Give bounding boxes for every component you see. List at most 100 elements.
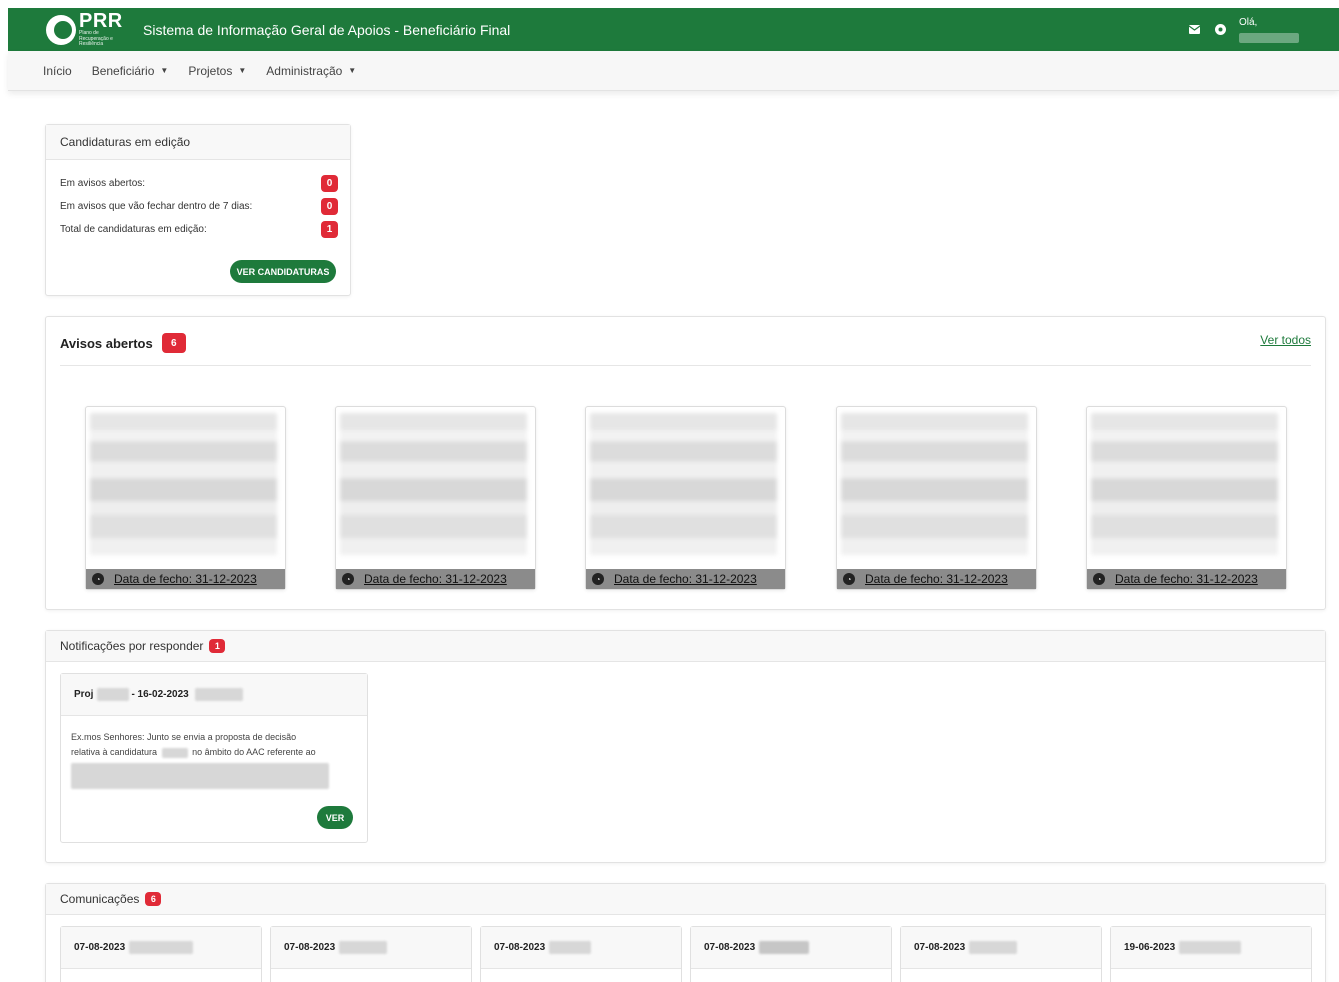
candidaturas-row: Total de candidaturas em edição: 1 [60, 221, 338, 238]
prr-logo[interactable]: PRR Plano de Recuperação e Resiliência [46, 11, 129, 48]
ver-todos-link[interactable]: Ver todos [1260, 333, 1311, 347]
comunicacao-date: 19-06-2023 [1124, 942, 1176, 953]
aviso-date: Data de fecho: 31-12-2023 [114, 572, 257, 586]
candidaturas-header: Candidaturas em edição [46, 125, 350, 160]
redacted-candidatura [161, 747, 188, 758]
comunicacao-date: 07-08-2023 [914, 942, 966, 953]
prr-logo-icon [46, 14, 76, 45]
aviso-date: Data de fecho: 31-12-2023 [865, 572, 1008, 586]
candidaturas-row: Em avisos abertos: 0 [60, 175, 338, 192]
divider [60, 365, 1311, 366]
redacted-content [90, 413, 277, 555]
comunicacao-header: 19-06-2023 [1111, 927, 1311, 969]
comunicacao-date: 07-08-2023 [284, 942, 336, 953]
comunicacoes-header: Comunicações 6 [46, 884, 1325, 915]
comunicacao-header: 07-08-2023 [481, 927, 681, 969]
redacted-content [340, 413, 527, 555]
candidaturas-title: Candidaturas em edição [60, 135, 191, 149]
redacted-text [759, 941, 810, 954]
aviso-card[interactable]: ◔ Data de fecho: 31-12-2023 [836, 406, 1037, 590]
caret-down-icon: ▼ [160, 66, 169, 75]
redacted-text [71, 763, 329, 789]
comunicacao-date: 07-08-2023 [494, 942, 546, 953]
comunicacao-header: 07-08-2023 [901, 927, 1101, 969]
count-badge: 0 [321, 175, 338, 192]
comunicacao-item[interactable]: 07-08-2023 [480, 926, 682, 982]
clock-icon: ◔ [1093, 573, 1105, 585]
notificacoes-title: Notificações por responder [60, 639, 204, 653]
redacted-username [1239, 33, 1299, 43]
redacted-text [549, 941, 592, 954]
app-header: PRR Plano de Recuperação e Resiliência S… [8, 8, 1339, 51]
comunicacoes-count-badge: 6 [145, 892, 162, 906]
row-label: Em avisos que vão fechar dentro de 7 dia… [60, 201, 253, 212]
ver-candidaturas-button[interactable]: VER CANDIDATURAS [230, 260, 336, 283]
aviso-footer: ◔ Data de fecho: 31-12-2023 [336, 569, 535, 589]
comunicacao-item[interactable]: 07-08-2023 [270, 926, 472, 982]
aviso-date: Data de fecho: 31-12-2023 [1115, 572, 1258, 586]
aviso-footer: ◔ Data de fecho: 31-12-2023 [86, 569, 285, 589]
redacted-content [1091, 413, 1278, 555]
nav-inicio[interactable]: Início [43, 64, 72, 78]
redacted-text [969, 941, 1018, 954]
notification-date: - 16-02-2023 [131, 689, 189, 700]
nav-inicio-label: Início [43, 63, 72, 78]
avisos-title: Avisos abertos 6 [60, 333, 186, 353]
notificacoes-card: Notificações por responder 1 Proj - 16-0… [45, 630, 1326, 863]
notificacoes-count-badge: 1 [209, 639, 226, 653]
comunicacoes-card: Comunicações 6 07-08-2023 07-08-2023 07-… [45, 883, 1326, 982]
comunicacao-item[interactable]: 07-08-2023 [900, 926, 1102, 982]
notification-item-header: Proj - 16-02-2023 [61, 674, 367, 716]
envelope-icon[interactable] [1181, 8, 1207, 51]
comunicacao-date: 07-08-2023 [74, 942, 126, 953]
caret-down-icon: ▼ [348, 66, 357, 75]
clock-icon: ◔ [92, 573, 104, 585]
redacted-project-id [97, 688, 130, 701]
clock-icon: ◔ [843, 573, 855, 585]
clock-icon: ◔ [592, 573, 604, 585]
user-icon[interactable] [1207, 8, 1233, 51]
redacted-content [841, 413, 1028, 555]
comunicacao-date: 07-08-2023 [704, 942, 756, 953]
notification-line-2a: relativa à candidatura [71, 747, 158, 757]
nav-projetos[interactable]: Projetos ▼ [188, 64, 246, 78]
candidaturas-card: Candidaturas em edição Em avisos abertos… [45, 124, 351, 296]
comunicacao-item[interactable]: 07-08-2023 [60, 926, 262, 982]
comunicacao-header: 07-08-2023 [691, 927, 891, 969]
comunicacao-item[interactable]: 19-06-2023 [1110, 926, 1312, 982]
nav-beneficiario[interactable]: Beneficiário ▼ [92, 64, 169, 78]
aviso-date: Data de fecho: 31-12-2023 [364, 572, 507, 586]
notification-body: Ex.mos Senhores: Junto se envia a propos… [61, 716, 367, 789]
count-badge: 1 [321, 221, 338, 238]
nav-projetos-label: Projetos [188, 63, 233, 78]
redacted-text [339, 941, 388, 954]
count-badge: 0 [321, 198, 338, 215]
notificacoes-header: Notificações por responder 1 [46, 631, 1325, 662]
aviso-card[interactable]: ◔ Data de fecho: 31-12-2023 [1086, 406, 1287, 590]
aviso-footer: ◔ Data de fecho: 31-12-2023 [1087, 569, 1286, 589]
notification-line-2b: no âmbito do AAC referente ao [192, 747, 316, 757]
greeting-text: Olá, [1239, 17, 1258, 28]
notification-item: Proj - 16-02-2023 Ex.mos Senhores: Junto… [60, 673, 368, 843]
aviso-footer: ◔ Data de fecho: 31-12-2023 [586, 569, 785, 589]
user-greeting[interactable]: Olá, [1239, 16, 1299, 43]
aviso-card[interactable]: ◔ Data de fecho: 31-12-2023 [335, 406, 536, 590]
clock-icon: ◔ [342, 573, 354, 585]
nav-administracao-label: Administração [266, 63, 343, 78]
aviso-date: Data de fecho: 31-12-2023 [614, 572, 757, 586]
app-title: Sistema de Informação Geral de Apoios - … [143, 21, 511, 38]
row-label: Total de candidaturas em edição: [60, 224, 207, 235]
logo-text: PRR [79, 10, 123, 33]
aviso-card[interactable]: ◔ Data de fecho: 31-12-2023 [85, 406, 286, 590]
candidaturas-row: Em avisos que vão fechar dentro de 7 dia… [60, 198, 338, 215]
redacted-text [1179, 941, 1242, 954]
logo-subtext: Plano de Recuperação e Resiliência [79, 30, 113, 48]
ver-button[interactable]: VER [317, 806, 353, 829]
aviso-footer: ◔ Data de fecho: 31-12-2023 [837, 569, 1036, 589]
proj-prefix: Proj [74, 689, 94, 700]
avisos-card: Avisos abertos 6 Ver todos ◔ Data de fec… [45, 316, 1326, 610]
nav-administracao[interactable]: Administração ▼ [266, 64, 356, 78]
aviso-card[interactable]: ◔ Data de fecho: 31-12-2023 [585, 406, 786, 590]
comunicacao-item[interactable]: 07-08-2023 [690, 926, 892, 982]
comunicacao-header: 07-08-2023 [271, 927, 471, 969]
